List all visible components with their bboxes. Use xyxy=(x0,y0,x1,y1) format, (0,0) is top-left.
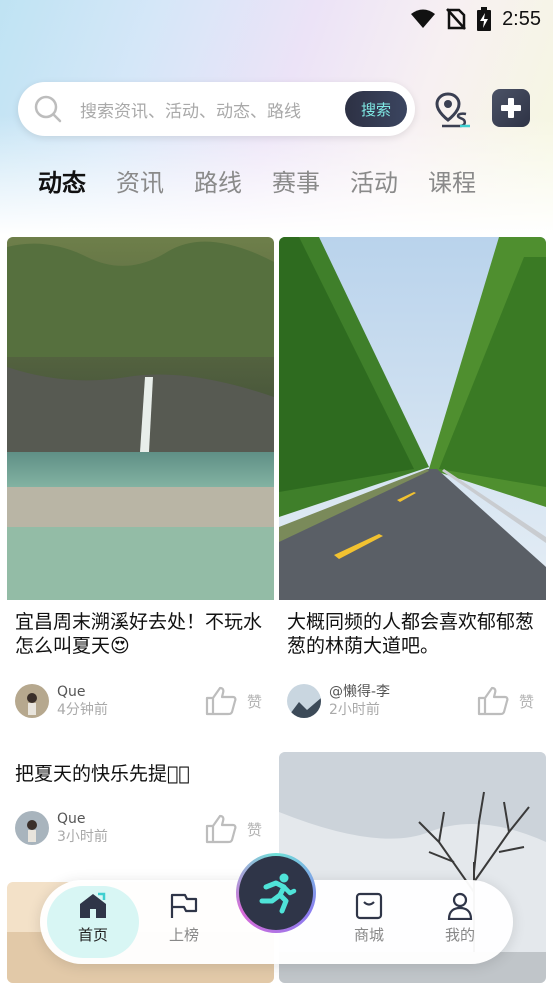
nav-label: 首页 xyxy=(77,926,108,944)
wifi-icon xyxy=(411,9,436,28)
post-author[interactable]: @懒得-李 2小时前 xyxy=(287,683,390,719)
like-button[interactable]: 赞 xyxy=(205,686,262,716)
post-title: 宜昌周末溯溪好去处！不玩水怎么叫夏天😍 xyxy=(15,611,263,657)
nav-label: 上榜 xyxy=(168,926,199,944)
nav-home[interactable]: 首页 xyxy=(63,892,123,945)
post-author[interactable]: Que 3小时前 xyxy=(15,810,108,846)
add-post-button[interactable] xyxy=(492,89,530,127)
post-time: 4分钟前 xyxy=(57,702,108,718)
nav-profile[interactable]: 我的 xyxy=(430,892,490,945)
nav-ranking[interactable]: 上榜 xyxy=(154,892,214,945)
thumbs-up-icon xyxy=(205,686,237,716)
like-label: 赞 xyxy=(247,820,263,839)
author-name: @懒得-李 xyxy=(329,684,391,700)
thumbs-up-icon xyxy=(205,814,237,844)
post-title: 把夏天的快乐先提前🏻 xyxy=(15,763,190,785)
shopping-bag-icon xyxy=(355,892,383,920)
like-label: 赞 xyxy=(247,692,263,711)
avatar xyxy=(287,684,321,718)
running-person-icon xyxy=(259,873,297,914)
tab-kecheng[interactable]: 课程 xyxy=(428,163,476,198)
tab-saishi[interactable]: 赛事 xyxy=(272,163,320,198)
post-time: 2小时前 xyxy=(329,702,380,718)
post-title: 大概同频的人都会喜欢郁郁葱葱的林荫大道吧。 xyxy=(287,611,535,657)
no-sim-icon xyxy=(446,8,466,30)
tab-luxian[interactable]: 路线 xyxy=(194,163,242,198)
post-image-waterfall[interactable] xyxy=(7,237,274,600)
post-card[interactable]: 大概同频的人都会喜欢郁郁葱葱的林荫大道吧。 @懒得-李 2小时前 赞 xyxy=(279,237,546,734)
post-time: 3小时前 xyxy=(57,829,108,845)
clock: 2:55 xyxy=(502,7,541,30)
route-map-icon[interactable] xyxy=(434,90,474,130)
like-button[interactable]: 赞 xyxy=(205,814,262,844)
post-card[interactable]: 宜昌周末溯溪好去处！不玩水怎么叫夏天😍 Que 4分钟前 赞 xyxy=(7,237,274,734)
post-image-road[interactable] xyxy=(279,237,546,600)
battery-charging-icon xyxy=(477,7,492,31)
author-name: Que xyxy=(57,811,86,827)
like-label: 赞 xyxy=(519,692,535,711)
home-icon xyxy=(80,892,106,918)
person-icon xyxy=(447,892,473,920)
tab-zixun[interactable]: 资讯 xyxy=(116,163,164,198)
nav-label: 我的 xyxy=(444,926,475,944)
avatar xyxy=(15,811,49,845)
search-button[interactable]: 搜索 xyxy=(345,91,407,127)
post-author[interactable]: Que 4分钟前 xyxy=(15,683,108,719)
like-button[interactable]: 赞 xyxy=(477,686,534,716)
flag-icon xyxy=(170,893,198,918)
nav-label: 商城 xyxy=(353,926,384,944)
search-bar[interactable]: 搜索资讯、活动、动态、路线 搜索 xyxy=(18,82,415,136)
search-input[interactable]: 搜索资讯、活动、动态、路线 xyxy=(80,97,345,122)
start-run-button[interactable] xyxy=(236,853,316,933)
tab-huodong[interactable]: 活动 xyxy=(350,163,398,198)
category-tabs: 动态 资讯 路线 赛事 活动 课程 xyxy=(38,160,476,200)
nav-shop[interactable]: 商城 xyxy=(339,892,399,945)
status-bar: 2:55 xyxy=(0,0,553,38)
author-name: Que xyxy=(57,684,86,700)
thumbs-up-icon xyxy=(477,686,509,716)
search-icon xyxy=(34,95,62,123)
post-card[interactable]: 把夏天的快乐先提前🏻 Que 3小时前 赞 xyxy=(7,752,274,870)
tab-dongtai[interactable]: 动态 xyxy=(38,163,86,198)
avatar xyxy=(15,684,49,718)
plus-icon xyxy=(501,98,521,118)
